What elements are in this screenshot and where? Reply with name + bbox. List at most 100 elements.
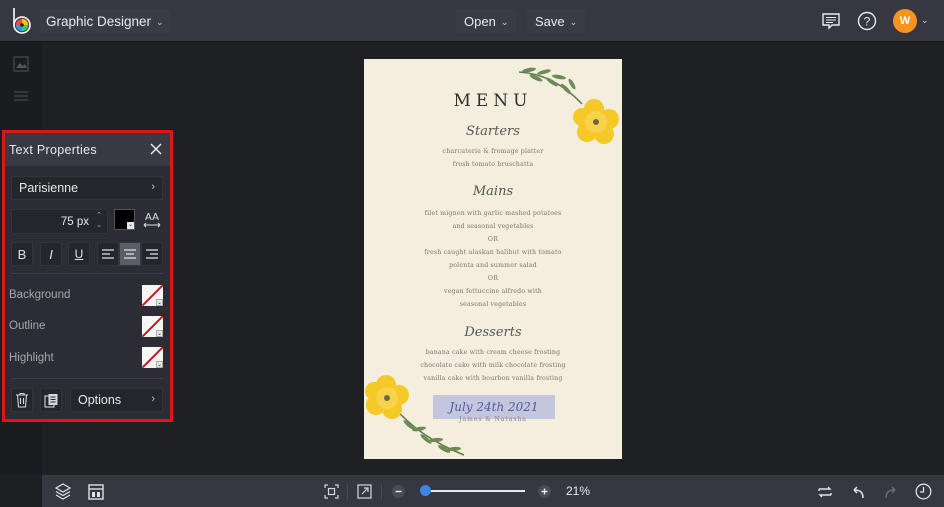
comments-button[interactable] <box>819 9 843 33</box>
menu-item: vegan fettuccine alfredo with <box>444 288 542 295</box>
image-icon[interactable] <box>13 56 29 72</box>
font-family-value: Parisienne <box>19 181 79 195</box>
help-icon: ? <box>857 11 877 31</box>
bold-button[interactable]: B <box>11 242 33 266</box>
align-right-button[interactable] <box>141 242 163 266</box>
highlight-label: Highlight <box>9 352 54 364</box>
swap-icon <box>817 486 832 497</box>
expand-button[interactable] <box>356 483 373 500</box>
chevron-down-icon: ⌄ <box>156 330 163 337</box>
history-button[interactable] <box>915 483 932 500</box>
text-properties-panel: Text Properties Parisienne › 75 px ⌃ ⌄ ⌄… <box>2 130 173 422</box>
menu-document[interactable]: MENU Starters charcuterie & fromage plat… <box>364 59 622 459</box>
divider <box>381 484 382 500</box>
minus-icon <box>392 485 405 498</box>
divider <box>347 484 348 500</box>
menu-title: MENU <box>453 91 533 111</box>
align-center-icon <box>124 249 136 259</box>
menu-item: chocolate cake with milk chocolate frost… <box>420 362 566 369</box>
menu-item: OR <box>487 236 499 243</box>
layers-icon <box>54 483 71 500</box>
chevron-up-icon[interactable]: ⌃ <box>93 211 105 221</box>
app-switcher-dropdown[interactable]: Graphic Designer ⌄ <box>40 9 170 33</box>
letter-spacing-button[interactable]: AA <box>141 209 163 233</box>
app-name: Graphic Designer <box>46 13 152 29</box>
align-center-button[interactable] <box>119 242 141 266</box>
chevron-down-icon: ⌄ <box>156 299 163 306</box>
swap-button[interactable] <box>816 483 833 500</box>
text-color-swatch[interactable]: ⌄ <box>114 209 135 230</box>
save-label: Save <box>535 13 565 29</box>
background-color-swatch[interactable]: ⌄ <box>142 285 163 306</box>
italic-icon: I <box>49 246 53 262</box>
italic-button[interactable]: I <box>40 242 62 266</box>
bold-icon: B <box>17 246 27 262</box>
chevron-down-icon: ⌄ <box>156 16 164 27</box>
trash-icon <box>16 392 28 408</box>
outline-label: Outline <box>9 320 46 332</box>
menu-item: fresh caught alaskan halibut with tomato <box>424 249 562 256</box>
underline-button[interactable]: U <box>68 242 90 266</box>
section-heading: Starters <box>466 124 520 139</box>
letter-spacing-icon: AA <box>143 212 161 228</box>
highlight-color-swatch[interactable]: ⌄ <box>142 347 163 368</box>
layout-button[interactable] <box>87 483 104 500</box>
zoom-slider-handle[interactable] <box>420 485 431 496</box>
chevron-right-icon: › <box>151 181 155 193</box>
close-icon[interactable] <box>148 141 164 157</box>
fit-to-screen-button[interactable] <box>323 483 340 500</box>
clock-icon <box>915 483 932 500</box>
user-avatar[interactable]: W <box>893 9 917 33</box>
layers-button[interactable] <box>54 483 71 500</box>
menu-item: OR <box>487 275 499 282</box>
panel-header: Text Properties <box>5 133 170 166</box>
chevron-right-icon: › <box>151 393 155 405</box>
fit-screen-icon <box>324 484 339 499</box>
open-label: Open <box>464 13 496 29</box>
plus-icon <box>538 485 551 498</box>
menu-item: and seasonal vegetables <box>452 223 534 230</box>
help-button[interactable]: ? <box>855 9 879 33</box>
font-size-stepper[interactable]: ⌃ ⌄ <box>93 211 105 232</box>
duplicate-button[interactable] <box>40 388 62 412</box>
options-button[interactable]: Options › <box>70 388 163 412</box>
comment-icon <box>822 12 840 30</box>
outline-color-swatch[interactable]: ⌄ <box>142 316 163 337</box>
menu-item: banana cake with cream cheese frosting <box>425 349 561 356</box>
align-left-button[interactable] <box>97 242 119 266</box>
panel-title: Text Properties <box>9 142 97 157</box>
zoom-in-button[interactable] <box>536 483 553 500</box>
font-family-select[interactable]: Parisienne › <box>11 176 163 200</box>
menu-item: vanilla cake with bourbon vanilla frosti… <box>423 375 563 382</box>
chevron-down-icon[interactable]: ⌄ <box>921 15 929 26</box>
font-size-input[interactable]: 75 px ⌃ ⌄ <box>11 209 108 234</box>
menu-item: charcuterie & fromage platter <box>442 148 544 155</box>
chevron-down-icon[interactable]: ⌄ <box>93 221 105 231</box>
menu-item: fresh tomato bruschatta <box>452 161 534 168</box>
background-label: Background <box>9 289 71 301</box>
options-label: Options <box>78 393 122 407</box>
undo-button[interactable] <box>849 483 866 500</box>
save-menu-button[interactable]: Save ⌄ <box>527 9 586 33</box>
adjust-icon[interactable] <box>13 88 29 104</box>
app-logo-icon[interactable] <box>10 7 34 35</box>
avatar-initial: W <box>899 15 911 27</box>
zoom-out-button[interactable] <box>390 483 407 500</box>
top-bar: Graphic Designer ⌄ Open ⌄ Save ⌄ ? W ⌄ <box>0 0 944 42</box>
format-toolbar: B I U <box>11 242 163 266</box>
menu-item: seasonal vegetables <box>459 301 527 308</box>
bottom-toolbar: 21% <box>42 475 944 507</box>
menu-item: polenta and summer salad <box>449 262 537 269</box>
divider <box>11 273 163 274</box>
svg-text:?: ? <box>864 15 871 29</box>
zoom-slider-track[interactable] <box>425 490 525 492</box>
open-menu-button[interactable]: Open ⌄ <box>456 9 517 33</box>
delete-button[interactable] <box>11 388 33 412</box>
section-heading: Mains <box>472 184 514 199</box>
chevron-down-icon: ⌄ <box>127 222 134 229</box>
zoom-percentage: 21% <box>566 484 591 498</box>
chevron-down-icon: ⌄ <box>500 16 509 27</box>
redo-icon <box>884 485 896 498</box>
redo-button[interactable] <box>882 483 899 500</box>
menu-item: filet mignon with garlic mashed potatoes <box>424 210 562 217</box>
